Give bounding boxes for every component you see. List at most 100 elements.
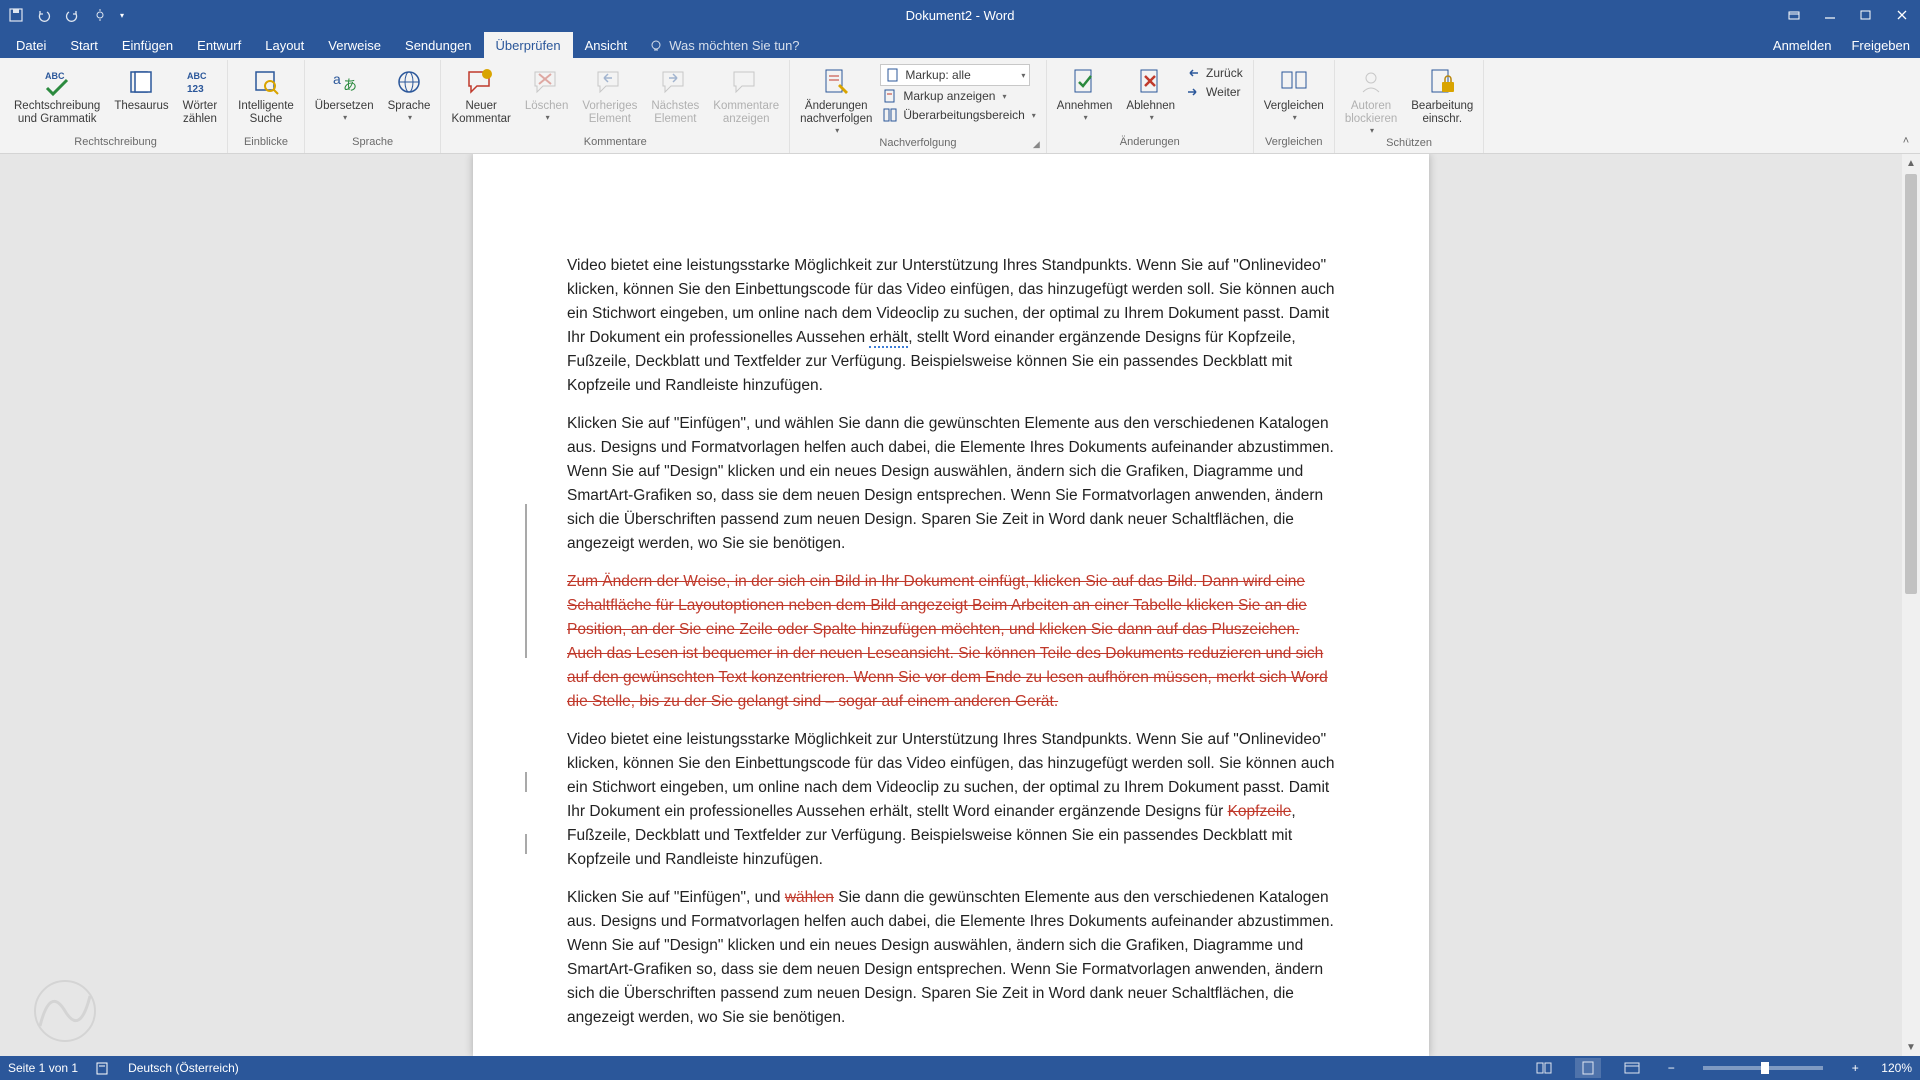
- print-layout-button[interactable]: [1575, 1058, 1601, 1078]
- reject-button[interactable]: Ablehnen ▾: [1120, 62, 1181, 122]
- grammar-error[interactable]: erhält: [869, 329, 908, 348]
- translate-label: Übersetzen: [315, 100, 374, 113]
- qat-redo[interactable]: [62, 5, 82, 25]
- proofing-status-icon[interactable]: [96, 1061, 110, 1075]
- compare-button[interactable]: Vergleichen ▾: [1258, 62, 1330, 122]
- paragraph[interactable]: Video bietet eine leistungsstarke Möglic…: [567, 728, 1335, 872]
- svg-text:ABC: ABC: [45, 71, 65, 81]
- group-einblicke: Intelligente Suche Einblicke: [228, 60, 305, 153]
- tab-einfuegen[interactable]: Einfügen: [110, 32, 185, 58]
- reviewing-pane-icon: [882, 107, 898, 123]
- group-label-tracking: Nachverfolgung◢: [794, 135, 1042, 152]
- restrict-editing-button[interactable]: Bearbeitung einschr.: [1405, 62, 1479, 126]
- compare-label: Vergleichen: [1264, 100, 1324, 113]
- zoom-slider[interactable]: [1703, 1066, 1823, 1070]
- next-comment-button[interactable]: Nächstes Element: [645, 62, 705, 126]
- tracking-launcher-icon[interactable]: ◢: [1033, 139, 1040, 150]
- show-comments-label: Kommentare anzeigen: [713, 100, 779, 126]
- read-mode-button[interactable]: [1531, 1058, 1557, 1078]
- tab-ansicht[interactable]: Ansicht: [573, 32, 640, 58]
- new-comment-button[interactable]: Neuer Kommentar: [445, 62, 516, 126]
- thesaurus-button[interactable]: Thesaurus: [108, 62, 174, 113]
- document-area[interactable]: Video bietet eine leistungsstarke Möglic…: [0, 154, 1902, 1056]
- scroll-down-button[interactable]: ▼: [1902, 1038, 1920, 1056]
- wordcount-label: Wörter zählen: [183, 100, 218, 126]
- markup-display-dropdown[interactable]: Markup: alle ▾: [880, 64, 1030, 86]
- paragraph[interactable]: Klicken Sie auf "Einfügen", und wählen S…: [567, 886, 1335, 1030]
- show-comments-button[interactable]: Kommentare anzeigen: [707, 62, 785, 126]
- reject-label: Ablehnen: [1126, 100, 1175, 113]
- qat-undo[interactable]: [34, 5, 54, 25]
- tab-verweise[interactable]: Verweise: [316, 32, 393, 58]
- track-changes-button[interactable]: Änderungen nachverfolgen ▾: [794, 62, 878, 135]
- zoom-out-button[interactable]: −: [1663, 1061, 1679, 1075]
- zoom-handle[interactable]: [1761, 1062, 1769, 1074]
- reject-icon: [1135, 66, 1167, 98]
- document-page[interactable]: Video bietet eine leistungsstarke Möglic…: [473, 154, 1429, 1056]
- tracked-deletion[interactable]: Kopfzeile: [1228, 803, 1292, 820]
- next-comment-label: Nächstes Element: [651, 100, 699, 126]
- wordcount-icon: ABC123: [184, 66, 216, 98]
- tracked-deletion[interactable]: wählen: [785, 889, 834, 906]
- group-nachverfolgung: Änderungen nachverfolgen ▾ Markup: alle …: [790, 60, 1047, 153]
- prev-comment-label: Vorheriges Element: [582, 100, 637, 126]
- zoom-level[interactable]: 120%: [1881, 1061, 1912, 1075]
- paragraph[interactable]: Klicken Sie auf "Einfügen", und wählen S…: [567, 412, 1335, 556]
- collapse-ribbon-button[interactable]: ˄: [1898, 133, 1914, 149]
- revision-bar[interactable]: [525, 504, 527, 658]
- tab-sendungen[interactable]: Sendungen: [393, 32, 484, 58]
- qat-save[interactable]: [6, 5, 26, 25]
- page-indicator[interactable]: Seite 1 von 1: [8, 1061, 78, 1075]
- vertical-scrollbar[interactable]: ▲ ▼: [1902, 154, 1920, 1056]
- close-button[interactable]: [1884, 0, 1920, 30]
- globe-icon: [393, 66, 425, 98]
- accept-button[interactable]: Annehmen ▾: [1051, 62, 1119, 122]
- web-layout-button[interactable]: [1619, 1058, 1645, 1078]
- language-indicator[interactable]: Deutsch (Österreich): [128, 1061, 239, 1075]
- translate-icon: aあ: [328, 66, 360, 98]
- paragraph[interactable]: Video bietet eine leistungsstarke Möglic…: [567, 254, 1335, 398]
- group-schuetzen: Autoren blockieren ▾ Bearbeitung einschr…: [1335, 60, 1484, 153]
- block-authors-button[interactable]: Autoren blockieren ▾: [1339, 62, 1403, 135]
- compare-icon: [1278, 66, 1310, 98]
- wordcount-button[interactable]: ABC123 Wörter zählen: [177, 62, 224, 126]
- revision-bar[interactable]: [525, 834, 527, 854]
- next-change-button[interactable]: Weiter: [1183, 83, 1249, 101]
- ribbon-display-options[interactable]: [1776, 0, 1812, 30]
- restrict-label: Bearbeitung einschr.: [1411, 100, 1473, 126]
- minimize-button[interactable]: [1812, 0, 1848, 30]
- zoom-in-button[interactable]: +: [1847, 1061, 1863, 1075]
- deleted-paragraph[interactable]: Zum Ändern der Weise, in der sich ein Bi…: [567, 570, 1335, 714]
- svg-text:a: a: [333, 71, 341, 87]
- svg-text:あ: あ: [343, 77, 357, 93]
- tab-start[interactable]: Start: [58, 32, 109, 58]
- show-markup-button[interactable]: Markup anzeigen▾: [880, 87, 1041, 105]
- translate-button[interactable]: aあ Übersetzen ▾: [309, 62, 380, 122]
- revision-bar[interactable]: [525, 772, 527, 792]
- previous-change-button[interactable]: Zurück: [1183, 64, 1249, 82]
- smart-lookup-button[interactable]: Intelligente Suche: [232, 62, 300, 126]
- scroll-thumb[interactable]: [1905, 174, 1917, 594]
- language-button[interactable]: Sprache ▾: [382, 62, 437, 122]
- reviewing-pane-button[interactable]: Überarbeitungsbereich▾: [880, 106, 1041, 124]
- show-comments-icon: [730, 66, 762, 98]
- share-button[interactable]: Freigeben: [1841, 33, 1920, 58]
- show-markup-label: Markup anzeigen: [903, 89, 995, 103]
- group-label-changes: Änderungen: [1051, 134, 1249, 151]
- prev-change-label: Zurück: [1206, 66, 1243, 80]
- maximize-button[interactable]: [1848, 0, 1884, 30]
- tab-ueberpruefen[interactable]: Überprüfen: [484, 32, 573, 58]
- scroll-up-button[interactable]: ▲: [1902, 154, 1920, 172]
- delete-comment-icon: [531, 66, 563, 98]
- spelling-grammar-button[interactable]: ABC Rechtschreibung und Grammatik: [8, 62, 106, 126]
- qat-touchmode[interactable]: [90, 5, 110, 25]
- group-label-comments: Kommentare: [445, 134, 785, 151]
- delete-comment-button[interactable]: Löschen ▾: [519, 62, 574, 122]
- signin-button[interactable]: Anmelden: [1763, 33, 1842, 58]
- block-authors-icon: [1355, 66, 1387, 98]
- previous-comment-button[interactable]: Vorheriges Element: [576, 62, 643, 126]
- tab-layout[interactable]: Layout: [253, 32, 316, 58]
- tell-me-search[interactable]: Was möchten Sie tun?: [639, 33, 809, 58]
- tab-file[interactable]: Datei: [4, 32, 58, 58]
- tab-entwurf[interactable]: Entwurf: [185, 32, 253, 58]
